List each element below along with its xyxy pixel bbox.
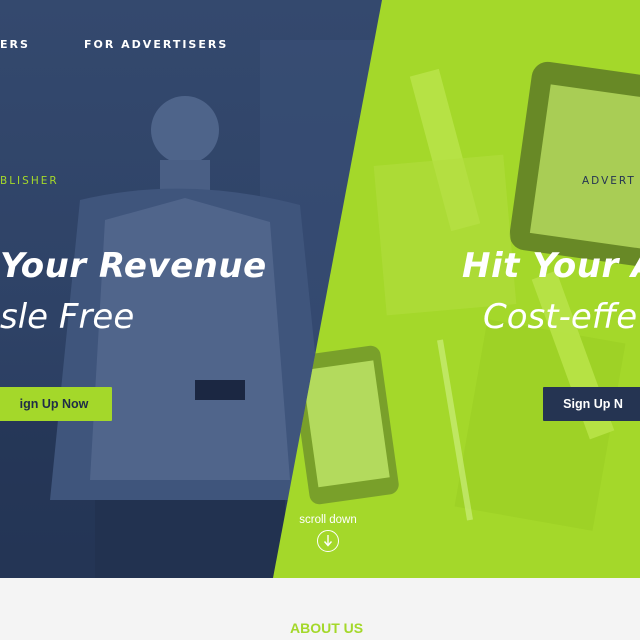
about-us-title: ABOUT US [290, 620, 364, 636]
arrow-down-circle-icon[interactable] [317, 530, 339, 552]
hero-section: ERS FOR ADVERTISERS BLISHER Your Revenue… [0, 0, 640, 578]
scroll-down-label: scroll down [299, 514, 357, 526]
nav-link-advertisers[interactable]: FOR ADVERTISERS [84, 38, 228, 51]
publisher-sign-up-button[interactable]: ign Up Now [0, 387, 112, 421]
advertiser-sign-up-button[interactable]: Sign Up N [543, 387, 640, 421]
advertiser-subheadline: Cost-effe [483, 297, 638, 337]
about-section: ABOUT US [0, 578, 640, 640]
nav-link-publishers[interactable]: ERS [0, 38, 30, 51]
publisher-headline: Your Revenue [0, 246, 267, 286]
advertiser-headline: Hit Your A [462, 246, 640, 286]
scroll-down-control[interactable]: scroll down [292, 514, 364, 552]
publisher-label: BLISHER [0, 175, 59, 187]
top-nav: ERS FOR ADVERTISERS [0, 38, 640, 52]
publisher-subheadline: sle Free [0, 297, 135, 337]
advertiser-label: ADVERT [582, 175, 636, 187]
